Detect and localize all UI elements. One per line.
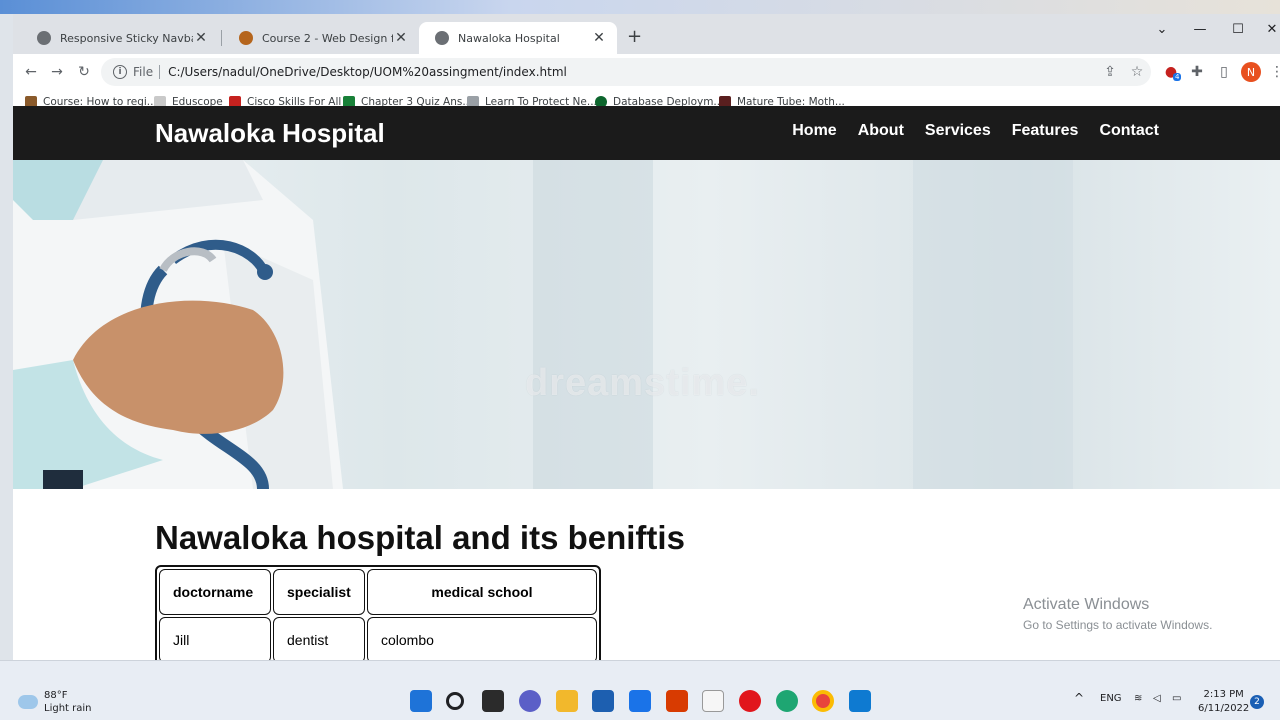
cell-medical-school: colombo xyxy=(367,617,597,660)
volume-icon[interactable]: ◁ xyxy=(1153,693,1161,704)
profile-avatar[interactable]: N xyxy=(1241,62,1261,82)
nav-home-link[interactable]: Home xyxy=(792,122,836,140)
weather-description: Light rain xyxy=(44,703,92,714)
tab-strip: Responsive Sticky Navbar | Codin ✕ Cours… xyxy=(13,14,1280,54)
chrome-icon[interactable] xyxy=(812,690,834,712)
address-divider xyxy=(159,65,161,79)
bookmark-star-icon[interactable]: ☆ xyxy=(1127,62,1147,82)
clock-time: 2:13 PM xyxy=(1203,689,1244,700)
clock-date: 6/11/2022 xyxy=(1198,703,1250,714)
desktop-background xyxy=(0,0,1280,14)
nav-features-link[interactable]: Features xyxy=(1012,122,1079,140)
nav-links: Home About Services Features Contact xyxy=(792,122,1159,140)
site-navbar: Nawaloka Hospital Home About Services Fe… xyxy=(13,106,1280,160)
hero-image: dreamstime. xyxy=(13,160,1280,489)
desktop-edge xyxy=(0,14,13,660)
battery-icon[interactable]: ▭ xyxy=(1172,693,1181,704)
activate-subtitle: Go to Settings to activate Windows. xyxy=(1023,618,1213,632)
vscode-icon[interactable] xyxy=(849,690,871,712)
close-icon[interactable]: ✕ xyxy=(591,30,607,46)
opera-icon[interactable] xyxy=(739,690,761,712)
search-icon[interactable] xyxy=(446,692,464,710)
doctors-table: doctorname specialist medical school Jil… xyxy=(155,565,601,660)
weather-temperature: 88°F xyxy=(44,690,68,701)
activate-title: Activate Windows xyxy=(1023,596,1150,613)
chevron-up-icon[interactable]: ^ xyxy=(1074,691,1084,705)
extension-badge: 4 xyxy=(1173,73,1182,81)
browser-toolbar: ← → ↻ i File C:/Users/nadul/OneDrive/Des… xyxy=(13,54,1280,90)
hero-blur xyxy=(913,160,1073,489)
info-icon[interactable]: i xyxy=(113,65,127,79)
windows-start-icon[interactable] xyxy=(410,690,432,712)
share-icon[interactable]: ⇪ xyxy=(1100,62,1120,82)
maximize-button[interactable]: ☐ xyxy=(1219,14,1257,44)
column-header-medical-school: medical school xyxy=(367,569,597,615)
main-content: Nawaloka hospital and its beniftis docto… xyxy=(13,489,1280,660)
browser-window: Responsive Sticky Navbar | Codin ✕ Cours… xyxy=(13,14,1280,660)
back-arrow-icon[interactable]: ← xyxy=(21,62,41,82)
minimize-button[interactable]: — xyxy=(1181,14,1219,44)
wifi-icon[interactable]: ≋ xyxy=(1134,693,1142,704)
page-heading: Nawaloka hospital and its beniftis xyxy=(155,519,685,556)
notepad-icon[interactable] xyxy=(702,690,724,712)
stock-watermark: dreamstime. xyxy=(525,362,760,404)
course-favicon-icon xyxy=(239,31,253,45)
windows-taskbar: 88°F Light rain ^ ENG ≋ ◁ ▭ 2:13 PM 6/11… xyxy=(0,660,1280,720)
globe-icon xyxy=(435,31,449,45)
task-view-icon[interactable] xyxy=(482,690,504,712)
activate-windows-watermark: Activate Windows Go to Settings to activ… xyxy=(1023,596,1212,632)
close-window-button[interactable]: ✕ xyxy=(1253,14,1280,44)
tab-course-2[interactable]: Course 2 - Web Design for Begin ✕ xyxy=(223,22,419,54)
tab-nawaloka-hospital[interactable]: Nawaloka Hospital ✕ xyxy=(419,22,617,54)
tab-responsive-navbar[interactable]: Responsive Sticky Navbar | Codin ✕ xyxy=(21,22,219,54)
tab-search-chevron-icon[interactable]: ⌄ xyxy=(1143,14,1181,44)
tab-title: Course 2 - Web Design for Begin xyxy=(262,31,393,45)
address-bar[interactable]: i File C:/Users/nadul/OneDrive/Desktop/U… xyxy=(101,58,1151,86)
column-header-specialist: specialist xyxy=(273,569,365,615)
doctor-illustration xyxy=(13,160,343,489)
cell-doctorname: Jill xyxy=(159,617,271,660)
hero-blur xyxy=(533,160,653,489)
chat-icon[interactable] xyxy=(519,690,541,712)
tab-title: Responsive Sticky Navbar | Codin xyxy=(60,31,193,45)
file-explorer-icon[interactable] xyxy=(556,690,578,712)
nav-contact-link[interactable]: Contact xyxy=(1099,122,1159,140)
globe-icon xyxy=(37,31,51,45)
menu-kebab-icon[interactable]: ⋮ xyxy=(1267,62,1280,82)
table-header-row: doctorname specialist medical school xyxy=(159,569,597,615)
edge-icon[interactable] xyxy=(776,690,798,712)
reload-icon[interactable]: ↻ xyxy=(74,62,94,82)
address-url[interactable]: C:/Users/nadul/OneDrive/Desktop/UOM%20as… xyxy=(168,65,567,79)
site-brand[interactable]: Nawaloka Hospital xyxy=(155,118,385,149)
nav-about-link[interactable]: About xyxy=(858,122,904,140)
table-row: Jill dentist colombo xyxy=(159,617,597,660)
microsoft-store-icon[interactable] xyxy=(592,690,614,712)
rain-cloud-icon xyxy=(18,695,38,709)
tab-title: Nawaloka Hospital xyxy=(458,31,560,45)
mail-icon[interactable] xyxy=(629,690,651,712)
notification-badge[interactable]: 2 xyxy=(1250,695,1264,709)
close-icon[interactable]: ✕ xyxy=(193,30,209,46)
language-indicator[interactable]: ENG xyxy=(1100,693,1122,704)
side-panel-icon[interactable]: ▯ xyxy=(1214,62,1234,82)
page-viewport: Nawaloka Hospital Home About Services Fe… xyxy=(13,106,1280,660)
nav-services-link[interactable]: Services xyxy=(925,122,991,140)
office-icon[interactable] xyxy=(666,690,688,712)
extensions-puzzle-icon[interactable]: ✚ xyxy=(1187,62,1207,82)
close-icon[interactable]: ✕ xyxy=(393,30,409,46)
column-header-doctorname: doctorname xyxy=(159,569,271,615)
tab-separator xyxy=(221,30,222,46)
weather-widget[interactable]: 88°F Light rain xyxy=(18,689,92,715)
cell-specialist: dentist xyxy=(273,617,365,660)
new-tab-button[interactable]: + xyxy=(627,26,642,47)
clock[interactable]: 2:13 PM 6/11/2022 xyxy=(1198,688,1249,716)
address-scheme: File xyxy=(133,65,154,79)
forward-arrow-icon[interactable]: → xyxy=(47,62,67,82)
